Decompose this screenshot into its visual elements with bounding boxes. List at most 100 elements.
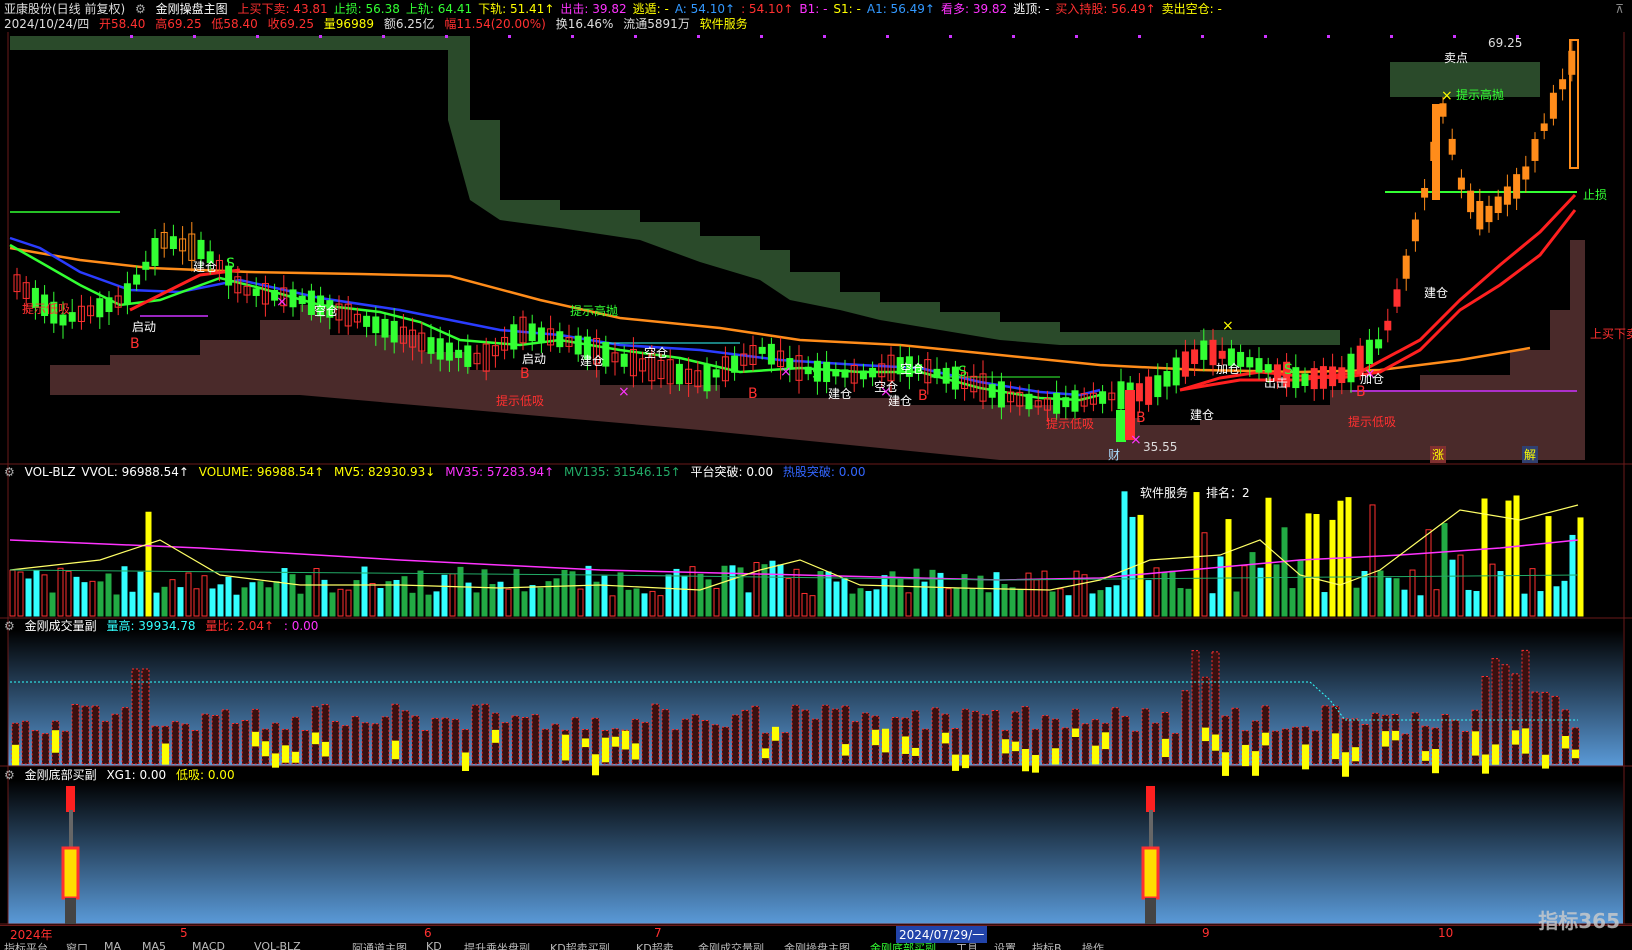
tab-17[interactable]: 操作: [1082, 940, 1104, 950]
vol2-bar: [1111, 707, 1120, 765]
tab-14[interactable]: 工具: [956, 940, 978, 950]
vol2-bar: [1511, 673, 1520, 765]
candle-body: [390, 320, 398, 343]
tab-13[interactable]: 金刚底部买副: [870, 940, 936, 950]
vol-bar: [1113, 585, 1120, 617]
candle-body: [510, 324, 518, 350]
candle-body: [1375, 339, 1383, 349]
vol-bar: [385, 581, 392, 617]
tab-0[interactable]: 指标平台: [4, 940, 48, 950]
gear-icon[interactable]: ⚙: [4, 768, 15, 782]
vol2-bar: [421, 730, 430, 765]
tab-10[interactable]: KD超卖: [636, 940, 674, 950]
vol2-bar: [1501, 664, 1510, 765]
vol-bar: [1369, 504, 1376, 617]
vol-bar: [1193, 492, 1200, 617]
vol2-yellow: [1562, 736, 1569, 749]
candle-body: [841, 369, 849, 378]
vol-bar: [585, 565, 592, 617]
candle-body: [1338, 367, 1346, 384]
top-dot: [886, 35, 889, 38]
vol2-yellow: [162, 743, 169, 765]
vol2-panel-name[interactable]: 金刚成交量副: [25, 619, 97, 633]
tab-9[interactable]: KD超卖买副: [550, 940, 610, 950]
vol-bar: [1169, 570, 1176, 617]
vol2-bar: [991, 710, 1000, 765]
vol-bar: [1097, 590, 1104, 617]
gear-icon[interactable]: ⚙: [4, 465, 15, 479]
candle-body: [1476, 201, 1484, 230]
tab-6[interactable]: 阿通道主图: [352, 940, 407, 950]
signal-sell-point: 卖点: [1444, 51, 1469, 65]
bottom-panel-name[interactable]: 金刚底部买副: [25, 768, 97, 782]
time-axis[interactable]: 2024年 5 6 7 2024/07/29/一 9 10: [0, 925, 1632, 943]
tab-12[interactable]: 金刚操盘主图: [784, 940, 850, 950]
tab-2[interactable]: MA: [104, 940, 121, 950]
vol2-yellow: [1252, 751, 1259, 776]
candle-body: [758, 346, 766, 354]
vol2-yellow: [872, 729, 879, 746]
tab-5[interactable]: VOL-BLZ: [254, 940, 301, 950]
top-dot: [193, 35, 196, 38]
tab-4[interactable]: MACD: [192, 940, 225, 950]
tab-3[interactable]: MA5: [142, 940, 166, 950]
vol-bar: [953, 587, 960, 617]
vol-bar: [617, 572, 624, 617]
tab-1[interactable]: 窗口: [66, 940, 88, 950]
vol-bar: [1297, 559, 1304, 617]
vol2-bar: [41, 733, 50, 765]
vol2-bar: [1551, 695, 1560, 765]
candle-body: [133, 274, 141, 285]
candle-body: [556, 331, 564, 348]
tab-11[interactable]: 金刚成交量副: [698, 940, 764, 950]
vol-bar: [569, 571, 576, 617]
vol2-bar: [1191, 650, 1200, 765]
vol-bar: [1257, 567, 1264, 617]
vol-bar: [681, 575, 688, 617]
vol-bar: [505, 588, 512, 617]
vol2-bar: [681, 718, 690, 765]
signal-build-3: 建仓: [828, 387, 853, 401]
tab-8[interactable]: 提升乘坐盘副: [464, 940, 530, 950]
vol-mv135: MV135: 31546.15↑: [564, 465, 681, 479]
signal-buy-sell: 上买下卖: [1590, 327, 1632, 341]
tab-15[interactable]: 设置: [994, 940, 1016, 950]
vol2-yellow: [322, 741, 329, 757]
vol2-bar: [481, 703, 490, 765]
gear-icon[interactable]: ⚙: [4, 619, 15, 633]
signal-high-sell-2: 提示高抛: [570, 304, 619, 318]
signal-zhang: 涨: [1430, 446, 1447, 463]
vol2-bar: [931, 707, 940, 765]
tab-16[interactable]: 指标B: [1032, 940, 1062, 950]
vol2-bar: [71, 703, 80, 765]
vol2-bar: [701, 720, 710, 765]
vol2-yellow: [1092, 745, 1099, 765]
vol-bar: [25, 578, 32, 617]
candle-body: [1145, 376, 1153, 405]
signal-high-sell: 提示高抛: [1456, 88, 1505, 102]
y-marker-1: ×: [1222, 318, 1234, 334]
vol-bar: [913, 568, 920, 617]
top-dot: [1390, 35, 1393, 38]
vol-bar: [689, 566, 696, 617]
vol2-bar: [211, 714, 220, 765]
vol-bar: [665, 574, 672, 617]
vol2-yellow: [592, 754, 599, 776]
vol2-peak: 量高: 39934.78: [106, 619, 196, 633]
candle-body: [252, 288, 260, 296]
vol-bar: [97, 581, 104, 617]
tab-7[interactable]: KD: [426, 940, 442, 950]
vol-bar: [465, 582, 472, 617]
vol2-yellow: [1262, 732, 1269, 746]
b-marker-4: B: [1136, 410, 1146, 426]
signal-empty-1: 空仓: [314, 304, 339, 318]
time-label-oct: 10: [1438, 926, 1454, 940]
b-marker-0: B: [130, 336, 140, 352]
vol2-bar: [711, 724, 720, 765]
top-dot: [823, 35, 826, 38]
vol-bar: [225, 576, 232, 617]
vol-panel-name[interactable]: VOL-BLZ: [25, 465, 76, 479]
vol-bar: [185, 572, 192, 617]
vol-bar: [881, 575, 888, 617]
vol-mv5: MV5: 82930.93↓: [333, 465, 436, 479]
